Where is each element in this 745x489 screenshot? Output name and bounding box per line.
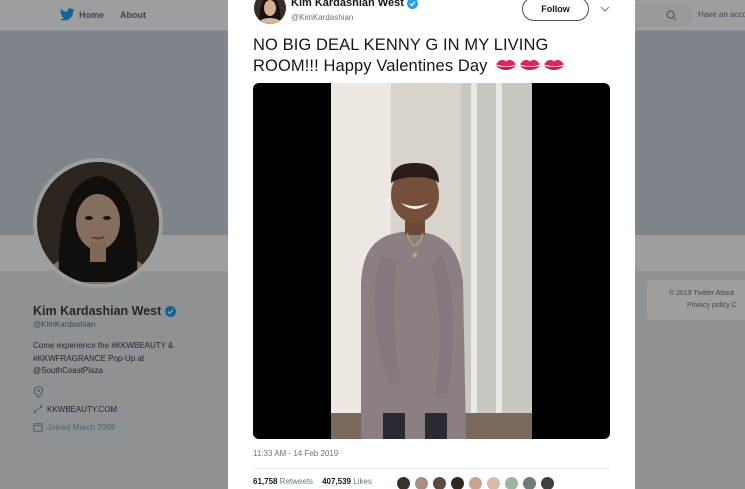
liker-avatar[interactable] bbox=[540, 476, 555, 489]
kiss-mark-icon bbox=[496, 59, 517, 70]
tweet-author-avatar[interactable] bbox=[254, 0, 286, 24]
tweet-text: NO BIG DEAL KENNY G IN MY LIVING ROOM!!!… bbox=[253, 35, 613, 77]
likes-label: Likes bbox=[353, 477, 372, 486]
liker-avatar[interactable] bbox=[522, 476, 537, 489]
tweet-timestamp[interactable]: 11:33 AM - 14 Feb 2019 bbox=[253, 449, 338, 458]
liker-avatar[interactable] bbox=[414, 476, 429, 489]
retweets-stat[interactable]: 61,758 Retweets bbox=[253, 477, 313, 486]
liker-avatar[interactable] bbox=[450, 476, 465, 489]
tweet-author-name[interactable]: Kim Kardashian West bbox=[291, 0, 418, 9]
likes-stat[interactable]: 407,539 Likes bbox=[322, 477, 372, 486]
liker-avatar[interactable] bbox=[396, 476, 411, 489]
chevron-down-icon[interactable] bbox=[600, 5, 610, 13]
retweets-count: 61,758 bbox=[253, 477, 278, 486]
follow-button[interactable]: Follow bbox=[522, 0, 589, 21]
liker-avatar[interactable] bbox=[486, 476, 501, 489]
tweet-video-player[interactable] bbox=[253, 83, 610, 439]
likes-count: 407,539 bbox=[322, 477, 351, 486]
video-frame bbox=[331, 83, 532, 439]
tweet-modal: Kim Kardashian West @KimKardashian Follo… bbox=[228, 0, 635, 489]
liker-avatar[interactable] bbox=[468, 476, 483, 489]
kiss-mark-emoji-group bbox=[495, 57, 565, 74]
verified-badge-icon bbox=[406, 0, 418, 9]
stats-divider bbox=[253, 468, 610, 469]
liker-avatar[interactable] bbox=[504, 476, 519, 489]
tweet-stats: 61,758 Retweets 407,539 Likes bbox=[253, 477, 372, 486]
liker-avatars bbox=[396, 476, 555, 489]
tweet-author-avatar-photo bbox=[254, 0, 286, 24]
tweet-author-name-text[interactable]: Kim Kardashian West bbox=[291, 0, 404, 9]
kiss-mark-icon bbox=[520, 59, 541, 70]
tweet-author-handle[interactable]: @KimKardashian bbox=[291, 13, 353, 22]
liker-avatar[interactable] bbox=[432, 476, 447, 489]
kiss-mark-icon bbox=[544, 59, 565, 70]
retweets-label: Retweets bbox=[279, 477, 314, 486]
